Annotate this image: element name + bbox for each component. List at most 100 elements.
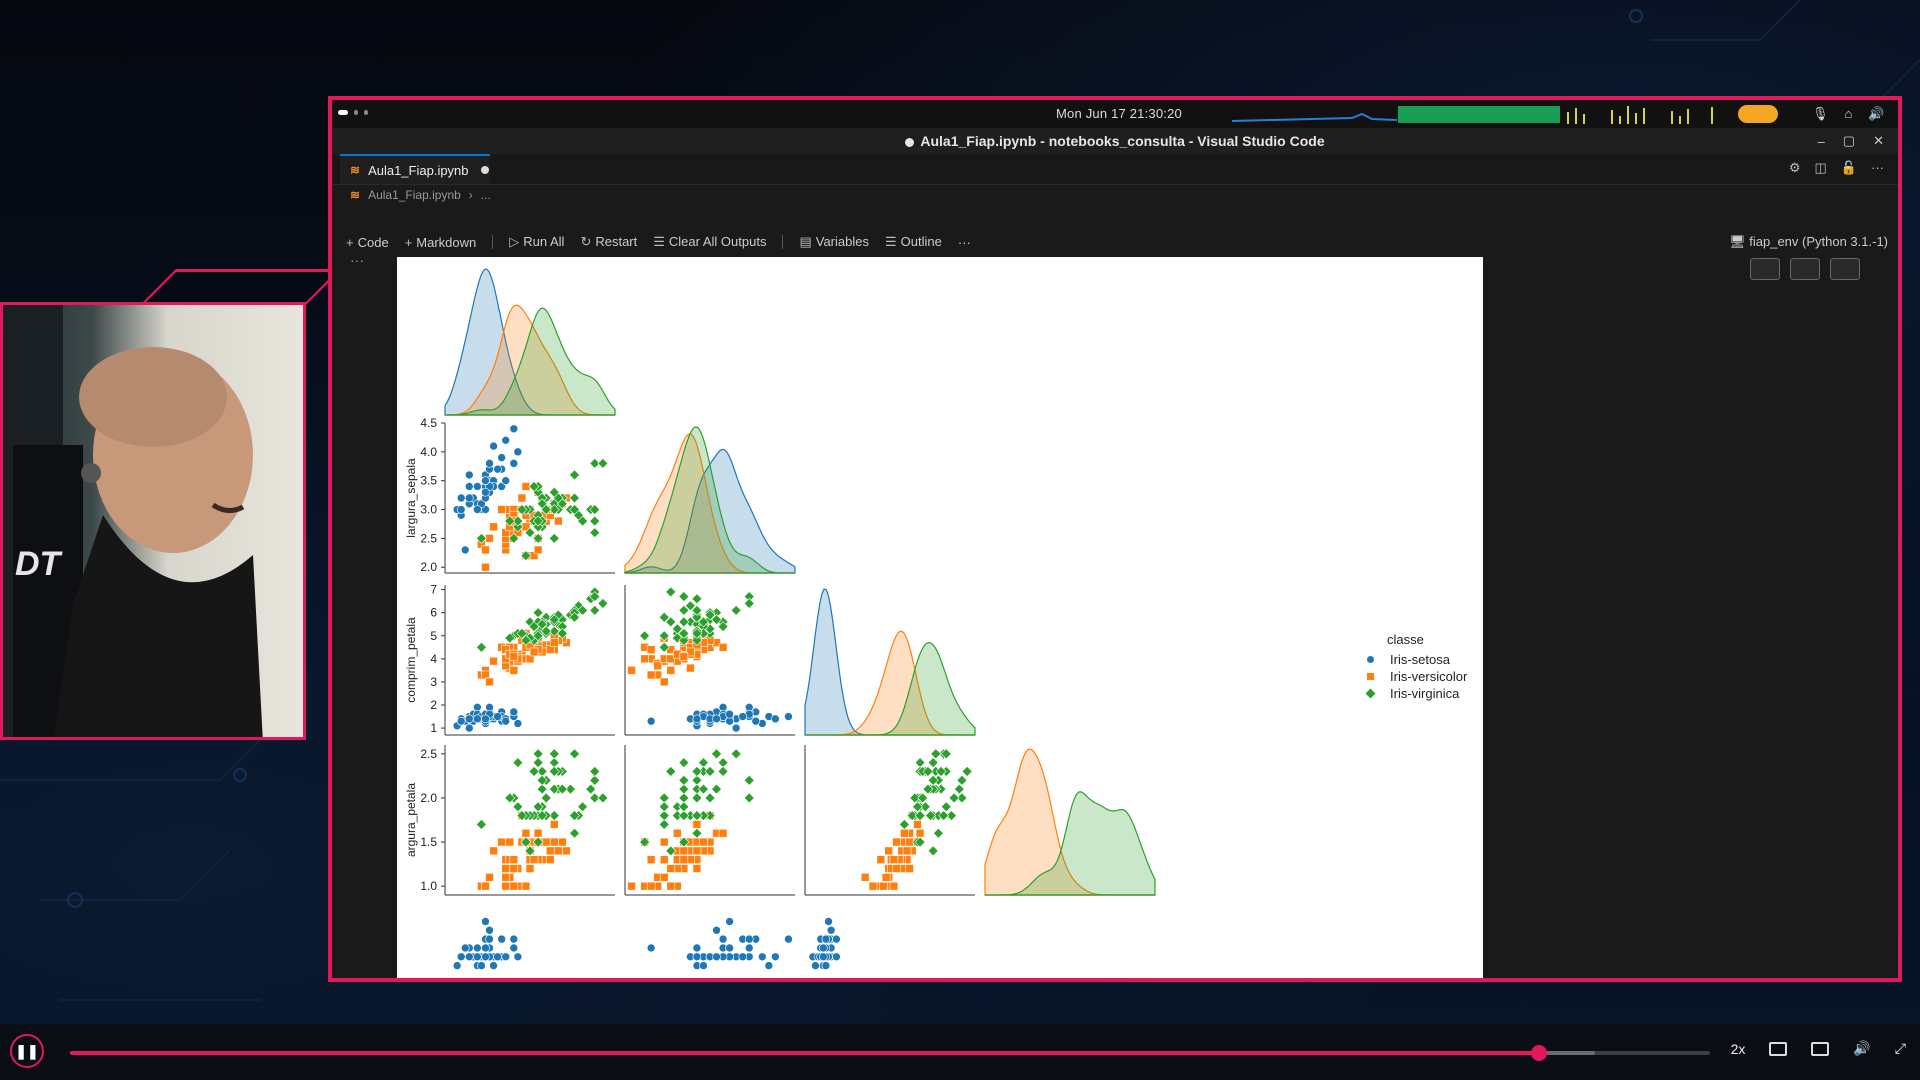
data-point xyxy=(692,714,702,724)
data-point xyxy=(704,792,716,804)
copy-output-icon[interactable] xyxy=(1750,258,1780,280)
svg-text:DT: DT xyxy=(15,545,64,583)
y-tick-label: 7 xyxy=(430,583,437,597)
data-point xyxy=(456,952,466,962)
data-point xyxy=(646,943,656,953)
data-point xyxy=(493,952,502,962)
data-point xyxy=(691,766,703,777)
add-markdown-button[interactable]: + Markdown xyxy=(405,235,477,250)
data-point xyxy=(717,766,729,777)
data-point xyxy=(821,961,831,970)
data-point xyxy=(489,961,498,970)
workspace-indicator[interactable] xyxy=(338,110,368,115)
data-point xyxy=(533,828,543,838)
data-point xyxy=(915,828,925,838)
volume-icon[interactable]: 🔊 xyxy=(1868,106,1884,122)
data-point xyxy=(900,828,909,838)
outline-button[interactable]: ☰ Outline xyxy=(885,234,942,250)
data-point xyxy=(718,934,728,944)
cell-more-icon[interactable]: ··· xyxy=(350,252,364,268)
speed-button[interactable]: 2x xyxy=(1731,1041,1746,1057)
data-point xyxy=(589,604,601,616)
data-point xyxy=(743,598,755,609)
data-point xyxy=(892,864,901,873)
data-point xyxy=(545,855,555,865)
data-point xyxy=(692,943,702,953)
tab-aula1-fiap[interactable]: ≋ Aula1_Fiap.ipynb xyxy=(340,154,490,184)
captions-icon[interactable] xyxy=(1769,1041,1788,1056)
data-point xyxy=(460,545,470,555)
variables-label: Variables xyxy=(815,234,869,249)
maximize-button[interactable]: ▢ xyxy=(1843,133,1855,149)
data-point xyxy=(913,820,922,829)
picture-in-picture-icon[interactable] xyxy=(1811,1041,1830,1056)
lock-icon[interactable]: 🔓 xyxy=(1841,160,1857,176)
data-point xyxy=(562,846,571,856)
chart-view-icon[interactable] xyxy=(1790,258,1820,280)
data-point xyxy=(473,714,482,724)
data-point xyxy=(589,527,601,539)
gear-icon[interactable]: ⚙ xyxy=(1789,160,1801,176)
y-tick-label: 1.0 xyxy=(420,879,437,893)
volume-icon[interactable]: 🔊 xyxy=(1853,1040,1870,1057)
y-tick-label: 3.5 xyxy=(420,474,437,488)
data-point xyxy=(497,453,506,462)
network-icon[interactable]: ⌂ xyxy=(1845,106,1853,122)
data-point xyxy=(678,757,690,769)
kernel-label: fiap_env (Python 3.1.-1) xyxy=(1749,234,1888,249)
variables-button[interactable]: ▤ Variables xyxy=(799,234,869,250)
y-tick-label: 2.5 xyxy=(420,531,437,545)
data-point xyxy=(692,846,702,856)
data-point xyxy=(481,952,490,962)
data-point xyxy=(501,952,511,962)
restart-button[interactable]: ↻ Restart xyxy=(580,234,637,250)
seek-bar[interactable] xyxy=(70,1045,1710,1061)
data-point xyxy=(758,952,767,962)
data-point xyxy=(956,774,968,786)
data-point xyxy=(738,712,747,721)
y-tick-label: 2.0 xyxy=(420,791,437,805)
close-button[interactable]: ✕ xyxy=(1873,133,1884,149)
data-point xyxy=(666,881,676,891)
editor-tabs: ≋ Aula1_Fiap.ipynb ⚙ ◫ 🔓 ··· xyxy=(332,154,1898,185)
y-tick-label: 1 xyxy=(430,721,437,735)
data-point xyxy=(771,714,780,724)
data-point xyxy=(597,598,609,609)
outline-label: Outline xyxy=(900,234,942,249)
kernel-picker[interactable]: 🖥 fiap_env (Python 3.1.-1) xyxy=(1729,234,1888,250)
data-point xyxy=(545,846,555,856)
microphone-icon[interactable]: 🎙 xyxy=(1812,106,1829,122)
split-editor-icon[interactable]: ◫ xyxy=(1815,160,1827,176)
data-point xyxy=(554,516,563,526)
fullscreen-icon[interactable]: ⤢ xyxy=(1895,1040,1906,1057)
breadcrumb-file[interactable]: Aula1_Fiap.ipynb xyxy=(368,188,461,202)
data-point xyxy=(771,952,780,962)
data-point xyxy=(485,459,494,468)
pause-button[interactable]: ❚❚ xyxy=(10,1034,44,1068)
data-point xyxy=(513,952,523,962)
clear-outputs-button[interactable]: ☰ Clear All Outputs xyxy=(653,234,766,250)
add-code-button[interactable]: + Code xyxy=(346,235,389,250)
data-point xyxy=(832,934,841,944)
data-point xyxy=(464,714,474,724)
data-point xyxy=(481,476,490,485)
data-point xyxy=(481,487,490,497)
data-point xyxy=(485,925,494,935)
data-point xyxy=(659,873,669,882)
data-point xyxy=(452,961,462,970)
toolbar-divider xyxy=(492,235,494,249)
data-point xyxy=(819,943,828,953)
data-point xyxy=(743,774,755,786)
unsaved-dot-icon[interactable] xyxy=(480,166,489,174)
breadcrumb-more[interactable]: ... xyxy=(481,188,491,202)
data-point xyxy=(512,757,524,769)
run-all-button[interactable]: ▷ Run All xyxy=(509,234,564,250)
save-output-icon[interactable] xyxy=(1830,258,1860,280)
data-point xyxy=(884,846,893,856)
more-actions-icon[interactable]: ··· xyxy=(1871,160,1884,176)
played-progress xyxy=(70,1051,1540,1055)
data-point xyxy=(691,792,703,804)
recording-indicator[interactable] xyxy=(1738,105,1778,123)
minimize-button[interactable]: – xyxy=(1818,134,1825,149)
toolbar-more-button[interactable]: ··· xyxy=(958,235,971,250)
